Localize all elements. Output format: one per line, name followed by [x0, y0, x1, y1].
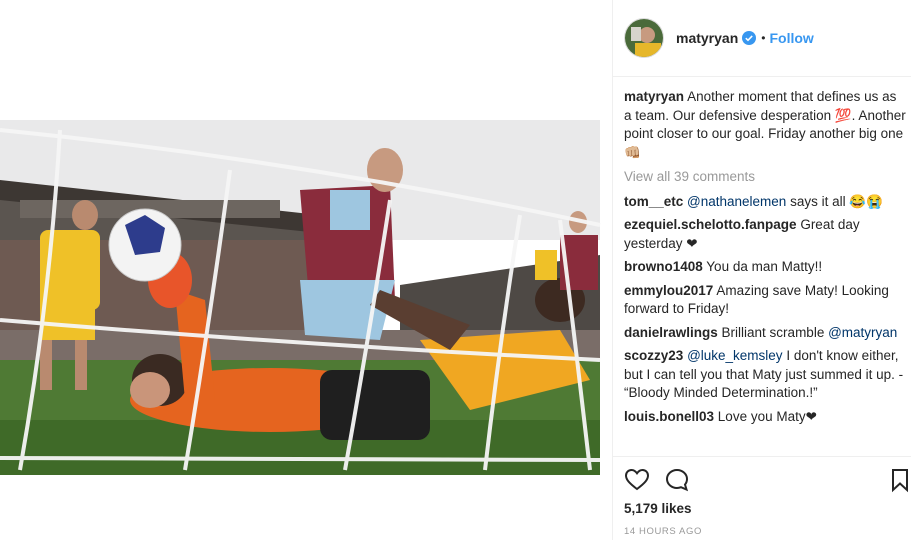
comment-bubble-icon[interactable]	[664, 467, 690, 493]
comment-mention[interactable]: @matyryan	[828, 325, 897, 340]
post-author-username[interactable]: matyryan	[676, 30, 738, 46]
comments-list: matyryan Another moment that defines us …	[624, 88, 906, 456]
post-header: matyryan • Follow	[613, 0, 911, 77]
comment-mention[interactable]: @nathanelemen	[687, 194, 786, 209]
post-caption: matyryan Another moment that defines us …	[624, 88, 906, 162]
comment-item: scozzy23 @luke_kemsley I don't know eith…	[624, 347, 906, 403]
comment-username[interactable]: louis.bonell03	[624, 409, 714, 424]
action-icons-row	[624, 457, 911, 501]
avatar[interactable]	[624, 18, 664, 58]
comment-text: Brilliant scramble	[721, 324, 829, 340]
comment-item: louis.bonell03 Love you Maty❤	[624, 408, 906, 427]
caption-username[interactable]: matyryan	[624, 89, 684, 104]
comment-username[interactable]: ezequiel.schelotto.fanpage	[624, 217, 797, 232]
comment-username[interactable]: tom__etc	[624, 194, 683, 209]
comment-username[interactable]: danielrawlings	[624, 325, 718, 340]
comment-item: danielrawlings Brilliant scramble @matyr…	[624, 324, 906, 343]
post-sidebar: matyryan • Follow matyryan Another momen…	[612, 0, 915, 540]
post-timestamp: 14 HOURS AGO	[624, 526, 702, 537]
comment-item: ezequiel.schelotto.fanpage Great day yes…	[624, 216, 906, 253]
follow-button[interactable]: Follow	[769, 30, 813, 46]
comment-text: You da man Matty!!	[706, 259, 823, 274]
post-photo[interactable]	[0, 0, 612, 540]
comment-username[interactable]: emmylou2017	[624, 283, 713, 298]
verified-badge-icon	[742, 31, 757, 45]
comment-username[interactable]: scozzy23	[624, 348, 683, 363]
separator-dot: •	[761, 31, 766, 45]
comment-text: Love you Maty❤	[717, 408, 817, 424]
comment-mention[interactable]: @luke_kemsley	[687, 348, 783, 363]
comment-item: tom__etc @nathanelemen says it all 😂😭	[624, 193, 906, 212]
comment-item: browno1408 You da man Matty!!	[624, 258, 906, 277]
likes-count[interactable]: 5,179 likes	[624, 501, 911, 516]
view-all-comments-link[interactable]: View all 39 comments	[624, 168, 906, 187]
bookmark-icon[interactable]	[887, 467, 913, 493]
heart-icon[interactable]	[624, 467, 650, 493]
comment-text: says it all 😂😭	[786, 193, 883, 209]
comment-username[interactable]: browno1408	[624, 259, 703, 274]
football-save-photo	[0, 120, 612, 540]
post-actions: 5,179 likes 14 HOURS AGO	[613, 456, 911, 540]
avatar-image	[625, 19, 663, 57]
comment-item: emmylou2017 Amazing save Maty! Looking f…	[624, 282, 906, 319]
